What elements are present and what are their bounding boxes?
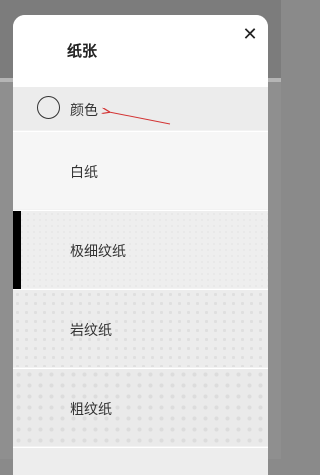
row-white-paper-label: 白纸 xyxy=(70,165,98,181)
row-coarse-texture-paper[interactable]: 粗纹纸 xyxy=(13,369,268,447)
color-swatch-circle-icon[interactable] xyxy=(37,96,60,119)
paper-settings-sheet: 纸张 ✕ 颜色 白纸 极细纹纸 岩纹纸 粗纹纸 xyxy=(13,15,268,475)
row-next-partial[interactable] xyxy=(13,448,268,475)
row-coarse-texture-label: 粗纹纸 xyxy=(70,402,112,418)
row-color-label: 颜色 xyxy=(70,103,98,119)
row-rock-texture-paper[interactable]: 岩纹纸 xyxy=(13,290,268,368)
row-color[interactable]: 颜色 xyxy=(13,87,268,131)
selected-indicator-bar xyxy=(13,211,21,289)
row-rock-texture-label: 岩纹纸 xyxy=(70,323,112,339)
row-fine-texture-label: 极细纹纸 xyxy=(70,244,126,260)
row-white-paper[interactable]: 白纸 xyxy=(13,132,268,210)
close-icon[interactable]: ✕ xyxy=(240,25,260,45)
sheet-title: 纸张 xyxy=(67,42,98,60)
sheet-header: 纸张 ✕ xyxy=(13,15,268,87)
row-fine-texture-paper[interactable]: 极细纹纸 xyxy=(13,211,268,289)
